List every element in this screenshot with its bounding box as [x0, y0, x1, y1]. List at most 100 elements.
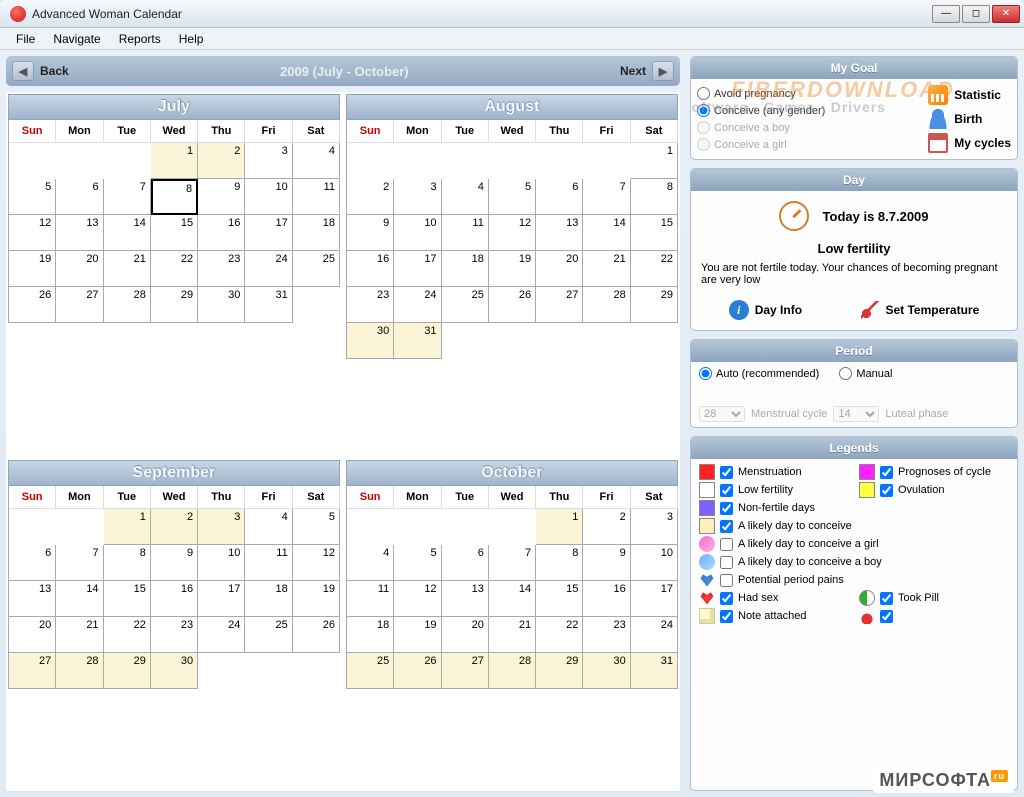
calendar-day[interactable]: 24 [394, 287, 441, 323]
calendar-day[interactable]: 9 [347, 215, 394, 251]
period-auto-radio[interactable]: Auto (recommended) [699, 367, 819, 380]
calendar-day[interactable]: 12 [489, 215, 536, 251]
calendar-day[interactable]: 25 [347, 653, 394, 689]
legend-item[interactable]: Menstruation [699, 464, 849, 480]
calendar-day[interactable]: 22 [631, 251, 678, 287]
calendar-day[interactable]: 14 [104, 215, 151, 251]
calendar-day[interactable]: 20 [56, 251, 103, 287]
calendar-day[interactable]: 2 [151, 509, 198, 545]
calendar-day[interactable]: 20 [9, 617, 56, 653]
calendar-day[interactable]: 30 [583, 653, 630, 689]
calendar-day[interactable]: 15 [631, 215, 678, 251]
calendar-day[interactable]: 19 [9, 251, 56, 287]
calendar-day[interactable]: 5 [394, 545, 441, 581]
next-button[interactable]: Next ▶ [620, 61, 674, 81]
calendar-day[interactable]: 2 [583, 509, 630, 545]
calendar-day[interactable]: 22 [104, 617, 151, 653]
calendar-day[interactable]: 25 [442, 287, 489, 323]
calendar-day[interactable]: 5 [489, 179, 536, 215]
calendar-day[interactable]: 4 [293, 143, 340, 179]
calendar-day[interactable]: 24 [198, 617, 245, 653]
legend-item[interactable]: Low fertility [699, 482, 849, 498]
calendar-day[interactable]: 18 [245, 581, 292, 617]
calendar-day[interactable]: 23 [347, 287, 394, 323]
calendar-day[interactable]: 29 [151, 287, 198, 323]
close-button[interactable]: ✕ [992, 5, 1020, 23]
calendar-day[interactable]: 1 [104, 509, 151, 545]
legend-item[interactable]: A likely day to conceive a girl [699, 536, 1009, 552]
goal-option[interactable]: Avoid pregnancy [697, 87, 825, 100]
legend-item[interactable]: Had sex [699, 590, 849, 606]
calendar-day[interactable]: 28 [583, 287, 630, 323]
calendar-day[interactable]: 12 [293, 545, 340, 581]
calendar-day[interactable]: 8 [151, 179, 198, 215]
goal-link-birth[interactable]: Birth [928, 109, 982, 129]
goal-link-my-cycles[interactable]: My cycles [928, 133, 1011, 153]
calendar-day[interactable]: 20 [536, 251, 583, 287]
calendar-day[interactable]: 20 [442, 617, 489, 653]
calendar-day[interactable]: 13 [442, 581, 489, 617]
calendar-day[interactable]: 23 [198, 251, 245, 287]
calendar-day[interactable]: 25 [293, 251, 340, 287]
calendar-day[interactable]: 3 [245, 143, 292, 179]
day-info-button[interactable]: i Day Info [729, 300, 802, 320]
calendar-day[interactable]: 13 [9, 581, 56, 617]
calendar-day[interactable]: 17 [198, 581, 245, 617]
calendar-day[interactable]: 15 [151, 215, 198, 251]
calendar-day[interactable]: 13 [536, 215, 583, 251]
calendar-day[interactable]: 19 [489, 251, 536, 287]
calendar-day[interactable]: 1 [536, 509, 583, 545]
calendar-day[interactable]: 8 [536, 545, 583, 581]
calendar-day[interactable]: 26 [394, 653, 441, 689]
period-manual-radio[interactable]: Manual [839, 367, 892, 380]
calendar-day[interactable]: 6 [442, 545, 489, 581]
calendar-day[interactable]: 16 [151, 581, 198, 617]
calendar-day[interactable]: 12 [394, 581, 441, 617]
calendar-day[interactable]: 9 [151, 545, 198, 581]
cycle-length-select[interactable]: 28 [699, 406, 745, 422]
calendar-day[interactable]: 18 [293, 215, 340, 251]
calendar-day[interactable]: 27 [9, 653, 56, 689]
calendar-day[interactable]: 14 [489, 581, 536, 617]
calendar-day[interactable]: 27 [56, 287, 103, 323]
calendar-day[interactable]: 4 [245, 509, 292, 545]
calendar-day[interactable]: 19 [394, 617, 441, 653]
calendar-day[interactable]: 24 [631, 617, 678, 653]
legend-item[interactable] [859, 608, 1009, 624]
calendar-day[interactable]: 5 [9, 179, 56, 215]
calendar-day[interactable]: 29 [631, 287, 678, 323]
calendar-day[interactable]: 22 [536, 617, 583, 653]
calendar-day[interactable]: 16 [347, 251, 394, 287]
legend-item[interactable]: Prognoses of cycle [859, 464, 1009, 480]
calendar-day[interactable]: 21 [104, 251, 151, 287]
minimize-button[interactable]: — [932, 5, 960, 23]
calendar-day[interactable]: 10 [245, 179, 292, 215]
calendar-day[interactable]: 1 [631, 143, 678, 179]
calendar-day[interactable]: 7 [104, 179, 151, 215]
calendar-day[interactable]: 9 [583, 545, 630, 581]
calendar-day[interactable]: 15 [536, 581, 583, 617]
calendar-day[interactable]: 3 [631, 509, 678, 545]
calendar-day[interactable]: 30 [347, 323, 394, 359]
calendar-day[interactable]: 12 [9, 215, 56, 251]
calendar-day[interactable]: 31 [394, 323, 441, 359]
calendar-day[interactable]: 17 [245, 215, 292, 251]
calendar-day[interactable]: 13 [56, 215, 103, 251]
menu-navigate[interactable]: Navigate [45, 30, 108, 48]
calendar-day[interactable]: 26 [489, 287, 536, 323]
calendar-day[interactable]: 10 [198, 545, 245, 581]
calendar-day[interactable]: 17 [631, 581, 678, 617]
calendar-day[interactable]: 23 [583, 617, 630, 653]
calendar-day[interactable]: 24 [245, 251, 292, 287]
calendar-day[interactable]: 11 [245, 545, 292, 581]
calendar-day[interactable]: 16 [198, 215, 245, 251]
calendar-day[interactable]: 17 [394, 251, 441, 287]
calendar-day[interactable]: 21 [583, 251, 630, 287]
calendar-day[interactable]: 7 [56, 545, 103, 581]
calendar-day[interactable]: 9 [198, 179, 245, 215]
goal-link-statistic[interactable]: Statistic [928, 85, 1001, 105]
calendar-day[interactable]: 14 [583, 215, 630, 251]
calendar-day[interactable]: 3 [198, 509, 245, 545]
calendar-day[interactable]: 22 [151, 251, 198, 287]
calendar-day[interactable]: 8 [631, 179, 678, 215]
